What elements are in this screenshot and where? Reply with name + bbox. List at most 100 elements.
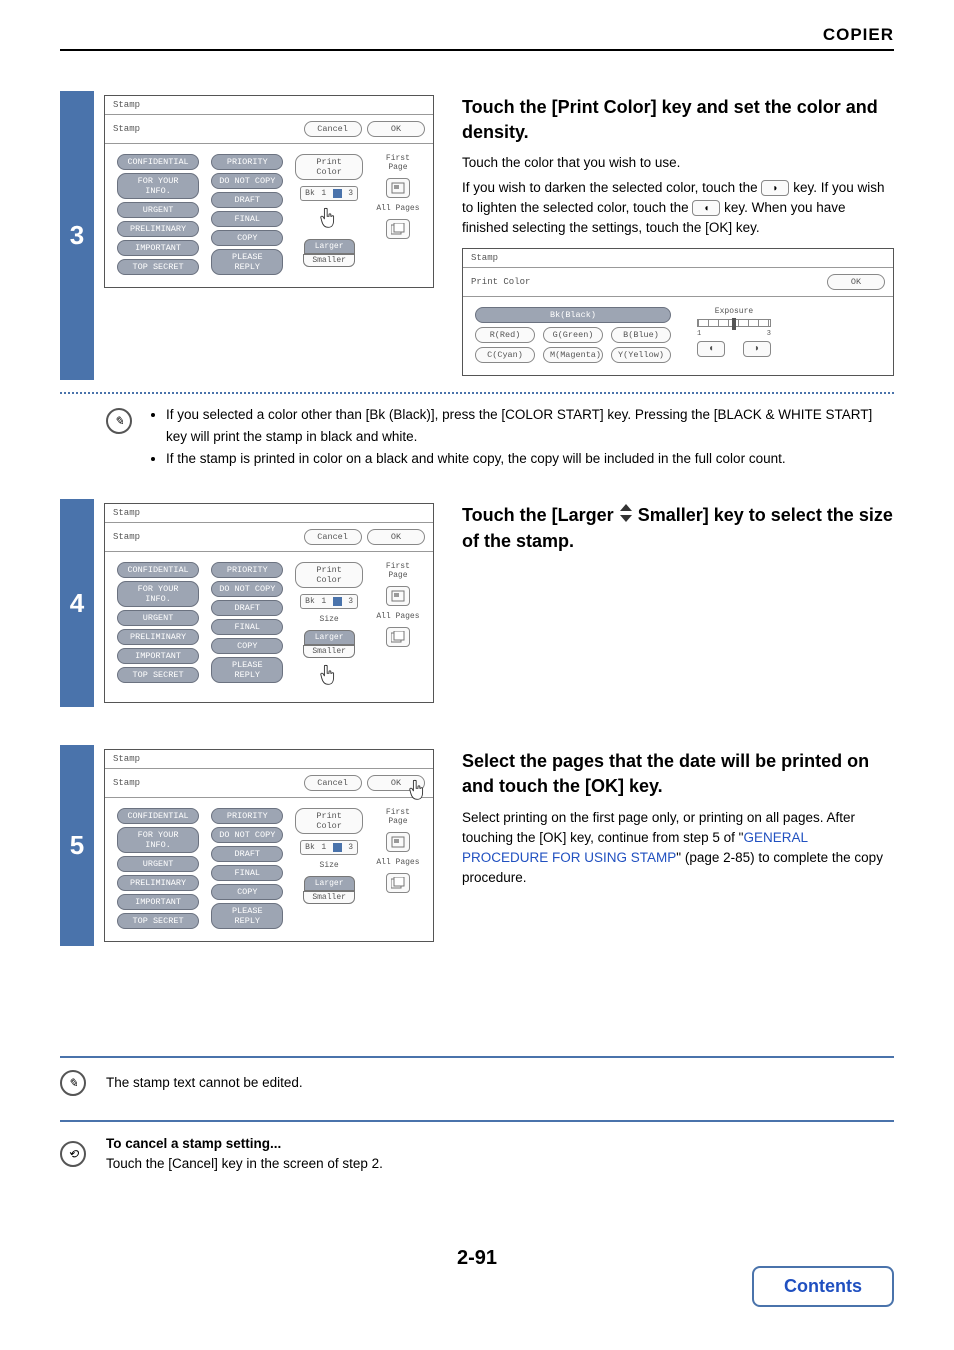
footer-note: ⟲ To cancel a stamp setting... Touch the… <box>60 1120 894 1187</box>
step-number-badge: 5 <box>60 745 94 946</box>
print-color-button[interactable]: Print Color <box>295 154 362 180</box>
stamp-option[interactable]: PLEASE REPLY <box>211 657 283 683</box>
first-page-button[interactable] <box>386 586 410 606</box>
stamp-option[interactable]: PRELIMINARY <box>117 221 199 237</box>
size-label: Size <box>320 615 339 624</box>
all-pages-button[interactable] <box>386 627 410 647</box>
stamp-option[interactable]: URGENT <box>117 856 199 872</box>
all-pages-button[interactable] <box>386 873 410 893</box>
stamp-option[interactable]: DO NOT COPY <box>211 827 283 843</box>
stamp-option[interactable]: IMPORTANT <box>117 894 199 910</box>
panel-subtitle: Stamp <box>113 124 140 134</box>
stamp-option[interactable]: TOP SECRET <box>117 667 199 683</box>
cancel-button[interactable]: Cancel <box>304 775 362 791</box>
stamp-option[interactable]: FOR YOUR INFO. <box>117 581 199 607</box>
stamp-option[interactable]: DO NOT COPY <box>211 581 283 597</box>
stamp-option[interactable]: DO NOT COPY <box>211 173 283 189</box>
step-title: Select the pages that the date will be p… <box>462 749 894 799</box>
stamp-option[interactable]: DRAFT <box>211 600 283 616</box>
stamp-option[interactable]: FINAL <box>211 619 283 635</box>
stamp-col-right: PRIORITY DO NOT COPY DRAFT FINAL COPY PL… <box>211 154 283 275</box>
ok-button[interactable]: OK <box>367 121 425 137</box>
smaller-button[interactable]: Smaller <box>303 891 355 904</box>
page-icon <box>391 182 405 194</box>
larger-button[interactable]: Larger <box>304 876 355 891</box>
stamp-option[interactable]: PRIORITY <box>211 154 283 170</box>
stamp-option[interactable]: URGENT <box>117 202 199 218</box>
stamp-option[interactable]: PRELIMINARY <box>117 875 199 891</box>
stamp-option[interactable]: CONFIDENTIAL <box>117 808 199 824</box>
stamp-option[interactable]: FOR YOUR INFO. <box>117 173 199 199</box>
larger-button[interactable]: Larger <box>304 630 355 645</box>
stamp-option[interactable]: COPY <box>211 638 283 654</box>
all-pages-label: All Pages <box>376 204 419 213</box>
cancel-button[interactable]: Cancel <box>304 121 362 137</box>
stamp-option[interactable]: TOP SECRET <box>117 259 199 275</box>
note-item: If the stamp is printed in color on a bl… <box>166 448 894 470</box>
stamp-option[interactable]: PRELIMINARY <box>117 629 199 645</box>
size-toggle[interactable]: Larger Smaller <box>303 630 355 658</box>
smaller-button[interactable]: Smaller <box>303 645 355 658</box>
panel-subtitle: Stamp <box>113 778 140 788</box>
stamp-col-left: CONFIDENTIAL FOR YOUR INFO. URGENT PRELI… <box>117 154 199 275</box>
size-toggle[interactable]: Larger Smaller <box>303 239 355 267</box>
note-cancel-icon: ⟲ <box>60 1141 86 1167</box>
density-min: 1 <box>321 597 326 606</box>
print-color-button[interactable]: Print Color <box>295 808 362 834</box>
print-color-button[interactable]: Print Color <box>295 562 362 588</box>
stamp-option[interactable]: PRIORITY <box>211 562 283 578</box>
stamp-option[interactable]: PLEASE REPLY <box>211 249 283 275</box>
exposure-max: 3 <box>767 330 771 338</box>
text: If you wish to darken the selected color… <box>462 180 761 195</box>
stamp-option[interactable]: FOR YOUR INFO. <box>117 827 199 853</box>
stamp-option[interactable]: URGENT <box>117 610 199 626</box>
stamp-option[interactable]: COPY <box>211 230 283 246</box>
size-toggle[interactable]: Larger Smaller <box>303 876 355 904</box>
stamp-option[interactable]: TOP SECRET <box>117 913 199 929</box>
color-c-button[interactable]: C(Cyan) <box>475 347 535 363</box>
color-m-button[interactable]: M(Magenta) <box>543 347 603 363</box>
bk-label: Bk <box>305 597 315 606</box>
stamp-option[interactable]: DRAFT <box>211 192 283 208</box>
all-pages-button[interactable] <box>386 219 410 239</box>
touch-cursor-icon <box>318 207 340 233</box>
density-indicator: Bk 1 3 <box>300 840 358 855</box>
text: Touch the [Larger <box>462 505 614 525</box>
ok-button[interactable]: OK <box>367 529 425 545</box>
ok-button[interactable]: OK <box>827 274 885 290</box>
touch-cursor-icon <box>318 664 340 690</box>
color-y-button[interactable]: Y(Yellow) <box>611 347 671 363</box>
step-paragraph: If you wish to darken the selected color… <box>462 178 894 239</box>
first-page-button[interactable] <box>386 832 410 852</box>
lighten-button[interactable]: ◖ <box>697 341 725 357</box>
color-bk-button[interactable]: Bk(Black) <box>475 307 671 323</box>
density-current <box>333 189 342 198</box>
stamp-option[interactable]: IMPORTANT <box>117 648 199 664</box>
stamp-option[interactable]: FINAL <box>211 211 283 227</box>
contents-link[interactable]: Contents <box>752 1266 894 1307</box>
panel-title: Stamp <box>105 96 433 115</box>
step-3: 3 Stamp Stamp Cancel OK CONFI <box>60 91 894 380</box>
first-page-button[interactable] <box>386 178 410 198</box>
darken-button[interactable]: ◗ <box>743 341 771 357</box>
stamp-option[interactable]: DRAFT <box>211 846 283 862</box>
larger-button[interactable]: Larger <box>304 239 355 254</box>
step-paragraph: Touch the color that you wish to use. <box>462 153 894 173</box>
stamp-option[interactable]: FINAL <box>211 865 283 881</box>
stamp-option[interactable]: COPY <box>211 884 283 900</box>
stamp-option[interactable]: PLEASE REPLY <box>211 903 283 929</box>
stamp-option[interactable]: PRIORITY <box>211 808 283 824</box>
exposure-control: Exposure 1 3 ◖ ◗ <box>697 307 771 357</box>
stamp-option[interactable]: IMPORTANT <box>117 240 199 256</box>
pages-icon <box>391 877 405 889</box>
color-r-button[interactable]: R(Red) <box>475 327 535 343</box>
color-g-button[interactable]: G(Green) <box>543 327 603 343</box>
color-b-button[interactable]: B(Blue) <box>611 327 671 343</box>
stamp-option[interactable]: CONFIDENTIAL <box>117 562 199 578</box>
pages-icon <box>391 631 405 643</box>
stamp-option[interactable]: CONFIDENTIAL <box>117 154 199 170</box>
cancel-button[interactable]: Cancel <box>304 529 362 545</box>
panel-subtitle: Stamp <box>113 532 140 542</box>
step-number: 3 <box>70 220 84 251</box>
smaller-button[interactable]: Smaller <box>303 254 355 267</box>
